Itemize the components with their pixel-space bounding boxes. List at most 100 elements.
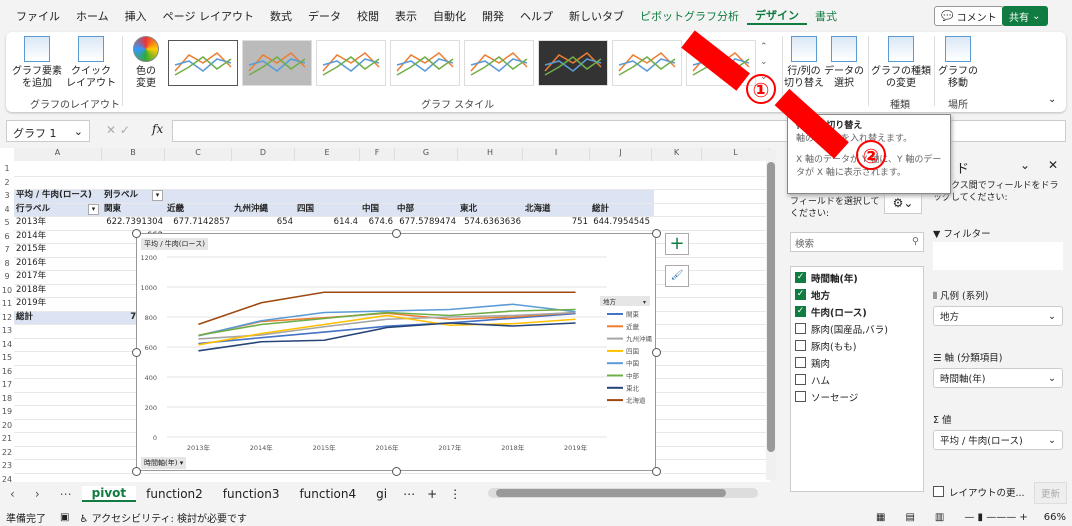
row-filter-dropdown[interactable]: ▾: [88, 203, 99, 215]
page-layout-view-icon[interactable]: ▤: [905, 512, 914, 523]
column-header[interactable]: F: [360, 148, 395, 161]
field-item[interactable]: ✓ 時間軸(年): [795, 269, 919, 286]
field-checkbox[interactable]: [795, 374, 806, 385]
chart-style-thumb[interactable]: [612, 40, 682, 86]
cell[interactable]: 行ラベル: [16, 203, 50, 216]
field-search-input[interactable]: 検索 ⚲: [790, 232, 924, 252]
add-sheet-button[interactable]: +: [421, 487, 443, 501]
row-header[interactable]: 20: [0, 419, 14, 433]
chart-style-thumb[interactable]: [168, 40, 238, 86]
quick-layout-button[interactable]: クイック レイアウト: [64, 36, 118, 90]
row-header[interactable]: 12: [0, 311, 14, 325]
field-settings-gear-button[interactable]: ⚙⌄: [884, 192, 922, 214]
resize-handle[interactable]: [652, 348, 661, 357]
vertical-scrollbar[interactable]: [766, 150, 776, 480]
row-header[interactable]: 14: [0, 338, 14, 352]
field-checkbox[interactable]: [795, 323, 806, 334]
field-item[interactable]: 豚肉(もも): [795, 337, 919, 354]
zoom-slider[interactable]: — ▮ ——— +: [964, 512, 1027, 523]
prev-sheet-icon[interactable]: ‹: [0, 487, 25, 501]
insert-function-button[interactable]: fx: [152, 122, 163, 136]
cell[interactable]: 751: [572, 216, 588, 229]
pivot-chart[interactable]: 平均 / 牛肉(ロース) 時間軸(年) ▾ 0 200 400 600 800 1000 1…: [132, 229, 661, 476]
add-chart-element-button[interactable]: グラフ要素 を追加: [12, 36, 62, 90]
sheet-tab-function2[interactable]: function2: [136, 487, 213, 501]
cell[interactable]: 614.4: [334, 216, 358, 229]
cell[interactable]: 四国: [297, 203, 314, 216]
cell[interactable]: 2018年: [16, 284, 46, 297]
cell[interactable]: 674.6: [369, 216, 393, 229]
tab-13[interactable]: デザイン: [746, 7, 807, 25]
row-header[interactable]: 1: [0, 162, 14, 176]
name-box[interactable]: グラフ 1 ⌄: [6, 120, 90, 142]
tab-1[interactable]: ホーム: [68, 8, 117, 24]
filter-drop-area[interactable]: [933, 242, 1063, 270]
chart-style-thumb[interactable]: [538, 40, 608, 86]
row-header[interactable]: 21: [0, 432, 14, 446]
cell[interactable]: 574.6363636: [464, 216, 521, 229]
sheet-tab-function4[interactable]: function4: [289, 487, 366, 501]
sheet-tab-gi[interactable]: gi: [366, 487, 397, 501]
row-header[interactable]: 5: [0, 216, 14, 230]
sheet-tab-function3[interactable]: function3: [213, 487, 290, 501]
column-header[interactable]: J: [590, 148, 652, 161]
comment-button[interactable]: 💬 コメント: [934, 6, 1004, 26]
chart-style-thumb[interactable]: [390, 40, 460, 86]
tab-6[interactable]: 校閲: [349, 8, 387, 24]
close-pane-icon[interactable]: ✕: [1048, 158, 1058, 172]
tab-0[interactable]: ファイル: [8, 8, 68, 24]
chart-elements-plus-button[interactable]: +: [665, 233, 689, 255]
field-checkbox[interactable]: [795, 340, 806, 351]
cell[interactable]: 622.7391304: [106, 216, 163, 229]
cell[interactable]: 平均 / 牛肉(ロース): [16, 189, 92, 202]
switch-row-column-button[interactable]: 行/列の 切り替え: [784, 36, 824, 90]
change-chart-type-button[interactable]: グラフの種類 の変更: [870, 36, 932, 90]
cell[interactable]: 677.7142857: [173, 216, 230, 229]
cell[interactable]: 2013年: [16, 216, 46, 229]
resize-handle[interactable]: [132, 467, 141, 476]
chart-style-thumb[interactable]: [464, 40, 534, 86]
resize-handle[interactable]: [392, 229, 401, 238]
cell[interactable]: 2015年: [16, 243, 46, 256]
defer-layout-update-checkbox[interactable]: レイアウトの更...: [933, 483, 1025, 500]
resize-handle[interactable]: [132, 348, 141, 357]
row-header[interactable]: 23: [0, 459, 14, 473]
cell[interactable]: 654: [277, 216, 293, 229]
resize-handle[interactable]: [132, 229, 141, 238]
cell[interactable]: 近畿: [167, 203, 184, 216]
row-header[interactable]: 4: [0, 203, 14, 217]
share-button[interactable]: 共有 ⌄: [1002, 6, 1048, 26]
collapse-ribbon-icon[interactable]: ⌄: [1048, 94, 1056, 105]
tab-10[interactable]: ヘルプ: [512, 8, 561, 24]
row-header[interactable]: 11: [0, 297, 14, 311]
row-header[interactable]: 19: [0, 405, 14, 419]
field-item[interactable]: ソーセージ: [795, 388, 919, 405]
macro-record-icon[interactable]: ▣: [60, 512, 69, 523]
tab-4[interactable]: 数式: [262, 8, 300, 24]
cell[interactable]: 九州沖縄: [234, 203, 268, 216]
column-header[interactable]: D: [232, 148, 295, 161]
field-item[interactable]: 鶏肉: [795, 354, 919, 371]
select-data-button[interactable]: データの 選択: [824, 36, 864, 90]
tab-12[interactable]: ピボットグラフ分析: [632, 8, 747, 24]
cell[interactable]: 644.7954545: [593, 216, 650, 229]
field-checkbox[interactable]: ✓: [795, 272, 806, 283]
cell[interactable]: 北海道: [525, 203, 551, 216]
cell[interactable]: 2019年: [16, 297, 46, 310]
more-sheets-icon[interactable]: ⋯: [397, 487, 421, 501]
field-item[interactable]: ハム: [795, 371, 919, 388]
resize-handle[interactable]: [392, 467, 401, 476]
column-header[interactable]: C: [165, 148, 232, 161]
resize-handle[interactable]: [652, 229, 661, 238]
column-header[interactable]: H: [458, 148, 523, 161]
chart-style-thumb[interactable]: [242, 40, 312, 86]
pane-options-chevron-icon[interactable]: ⌄: [1020, 158, 1030, 172]
values-field-dropdown[interactable]: 平均 / 牛肉(ロース) ⌄: [933, 430, 1063, 450]
row-header[interactable]: 3: [0, 189, 14, 203]
column-header[interactable]: K: [652, 148, 702, 161]
row-header[interactable]: 13: [0, 324, 14, 338]
cell[interactable]: 2016年: [16, 257, 46, 270]
cell[interactable]: 677.5789474: [399, 216, 456, 229]
field-checkbox[interactable]: ✓: [795, 306, 806, 317]
row-header[interactable]: 17: [0, 378, 14, 392]
